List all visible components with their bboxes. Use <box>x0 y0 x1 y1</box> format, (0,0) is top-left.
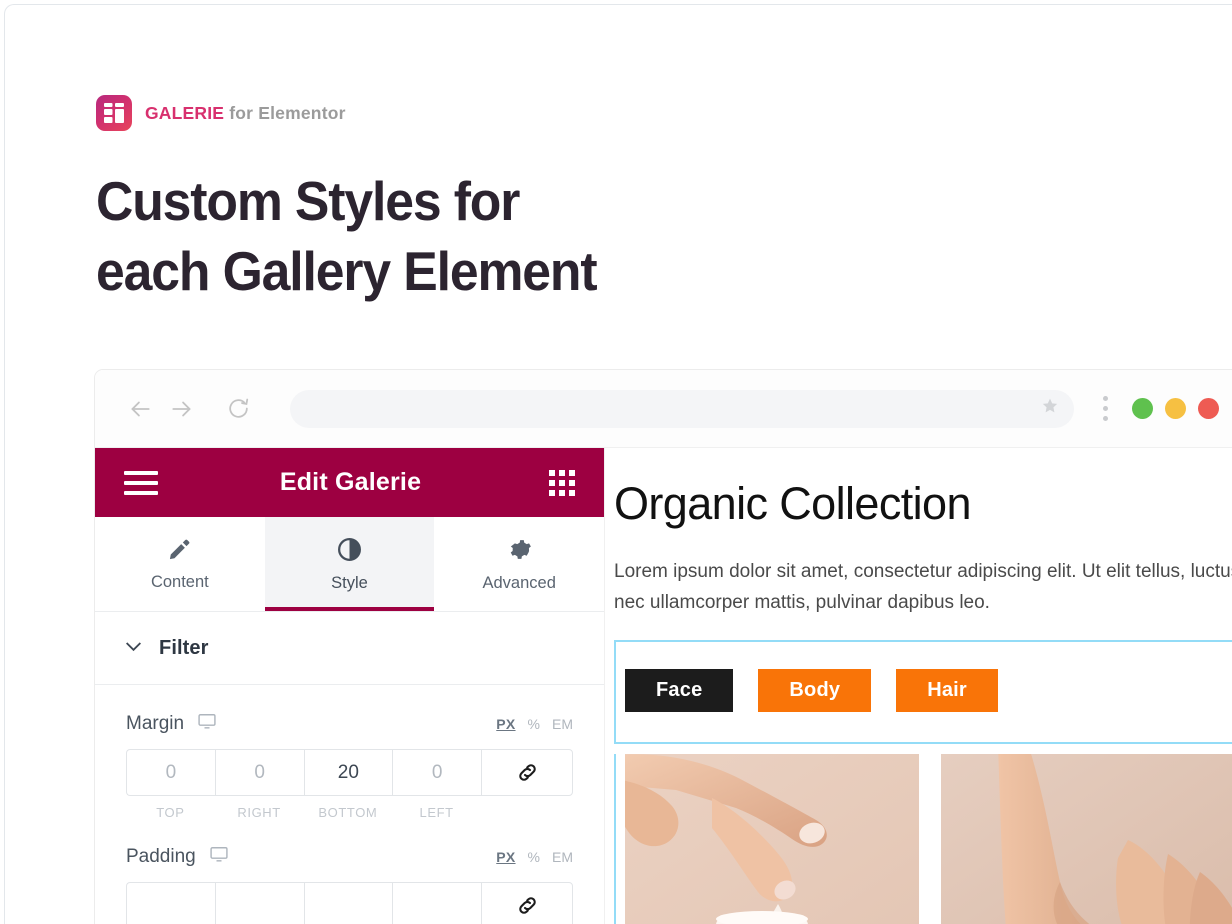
control-margin: Margin PX % EM 0 0 20 0 TOP RIGHT BOTTOM… <box>95 685 604 820</box>
desktop-icon[interactable] <box>209 844 229 869</box>
section-title: Filter <box>159 636 209 659</box>
desktop-icon[interactable] <box>197 711 217 736</box>
control-padding: Padding PX % EM <box>95 820 604 924</box>
tab-content[interactable]: Content <box>95 517 265 611</box>
page-preview: Organic Collection Lorem ipsum dolor sit… <box>605 448 1232 924</box>
unit-em[interactable]: EM <box>552 849 573 865</box>
tab-advanced[interactable]: Advanced <box>434 517 605 611</box>
grid-apps-icon[interactable] <box>549 469 575 496</box>
panel-tabs: Content Style Advanced <box>95 517 605 612</box>
filter-button-face[interactable]: Face <box>625 669 734 712</box>
margin-right-input[interactable]: 0 <box>214 749 304 796</box>
tab-style-label: Style <box>331 573 368 592</box>
margin-bottom-input[interactable]: 20 <box>303 749 393 796</box>
control-margin-inputs: 0 0 20 0 <box>126 749 573 796</box>
brand-name-strong: GALERIE <box>145 102 225 123</box>
unit-percent[interactable]: % <box>528 849 540 865</box>
reload-icon[interactable] <box>217 388 259 430</box>
control-margin-header: Margin PX % EM <box>126 711 573 736</box>
control-padding-label-wrap: Padding <box>126 844 229 869</box>
window-light-red[interactable] <box>1198 398 1219 419</box>
gear-icon <box>506 536 533 563</box>
label-left: LEFT <box>419 805 454 820</box>
star-icon[interactable] <box>1040 396 1060 421</box>
hamburger-icon[interactable] <box>124 470 158 495</box>
tab-advanced-label: Advanced <box>482 573 556 592</box>
label-spacer <box>481 805 573 820</box>
control-padding-inputs <box>126 882 573 924</box>
address-bar[interactable] <box>290 389 1074 428</box>
filter-button-body[interactable]: Body <box>758 669 872 712</box>
contrast-icon <box>336 536 363 563</box>
brand-name: GALERIE for Elementor <box>145 103 346 124</box>
padding-bottom-input[interactable] <box>303 882 393 924</box>
control-padding-units: PX % EM <box>496 849 573 865</box>
margin-top-input[interactable]: 0 <box>126 749 215 796</box>
gallery-item-hand-with-cream-jar[interactable]: NEAUTHY <box>625 754 919 924</box>
elementor-panel: Edit Galerie Content Style Advanced Filt… <box>95 448 605 924</box>
panel-header: Edit Galerie <box>95 448 604 517</box>
unit-em[interactable]: EM <box>552 716 573 732</box>
control-padding-header: Padding PX % EM <box>126 844 573 869</box>
kebab-menu-icon[interactable] <box>1088 396 1122 421</box>
browser-viewport: Edit Galerie Content Style Advanced Filt… <box>95 448 1232 924</box>
padding-right-input[interactable] <box>214 882 304 924</box>
control-margin-label-wrap: Margin <box>126 711 217 736</box>
control-margin-label: Margin <box>126 712 185 734</box>
pencil-icon <box>167 536 193 562</box>
label-bottom: BOTTOM <box>318 805 378 820</box>
section-filter-header[interactable]: Filter <box>95 612 604 685</box>
galerie-logo-icon <box>96 95 132 131</box>
label-right: RIGHT <box>237 805 281 820</box>
chevron-down-icon <box>126 639 141 657</box>
label-top: TOP <box>156 805 185 820</box>
arrow-right-icon[interactable] <box>161 388 203 430</box>
window-light-green[interactable] <box>1132 398 1153 419</box>
headline-line-1: Custom Styles for <box>96 170 520 232</box>
padding-top-input[interactable] <box>126 882 215 924</box>
unit-px[interactable]: PX <box>496 849 515 865</box>
panel-title: Edit Galerie <box>279 468 422 496</box>
margin-left-input[interactable]: 0 <box>392 749 481 796</box>
control-margin-side-labels: TOP RIGHT BOTTOM LEFT <box>126 805 573 820</box>
unit-percent[interactable]: % <box>528 716 540 732</box>
arrow-left-icon[interactable] <box>119 388 161 430</box>
page-root: GALERIE for Elementor Custom Styles for … <box>0 0 1232 924</box>
selected-widget-outline[interactable]: Face Body Hair <box>614 640 1232 744</box>
brand-name-rest: for Elementor <box>224 102 346 123</box>
preview-paragraph: Lorem ipsum dolor sit amet, consectetur … <box>614 561 1232 613</box>
control-margin-units: PX % EM <box>496 716 573 732</box>
gallery-item-feet-and-hands[interactable] <box>941 754 1232 924</box>
browser-mockup: Edit Galerie Content Style Advanced Filt… <box>95 370 1232 924</box>
link-icon[interactable] <box>481 882 573 924</box>
padding-left-input[interactable] <box>392 882 481 924</box>
gallery-filter-bar: Face Body Hair <box>625 669 1232 712</box>
browser-toolbar <box>95 370 1232 448</box>
tab-content-label: Content <box>150 573 209 591</box>
window-controls[interactable] <box>1132 398 1219 419</box>
tab-style[interactable]: Style <box>264 517 435 611</box>
link-icon[interactable] <box>481 749 573 796</box>
gallery-grid: NEAUTHY <box>614 754 1232 924</box>
unit-px[interactable]: PX <box>496 716 515 732</box>
window-light-yellow[interactable] <box>1165 398 1186 419</box>
filter-button-hair[interactable]: Hair <box>896 669 998 712</box>
page-title: Custom Styles for each Gallery Element <box>96 166 754 306</box>
preview-heading: Organic Collection <box>614 478 971 529</box>
control-padding-label: Padding <box>126 845 196 867</box>
headline-line-2: each Gallery Element <box>96 240 598 302</box>
brand-lockup: GALERIE for Elementor <box>96 95 346 131</box>
